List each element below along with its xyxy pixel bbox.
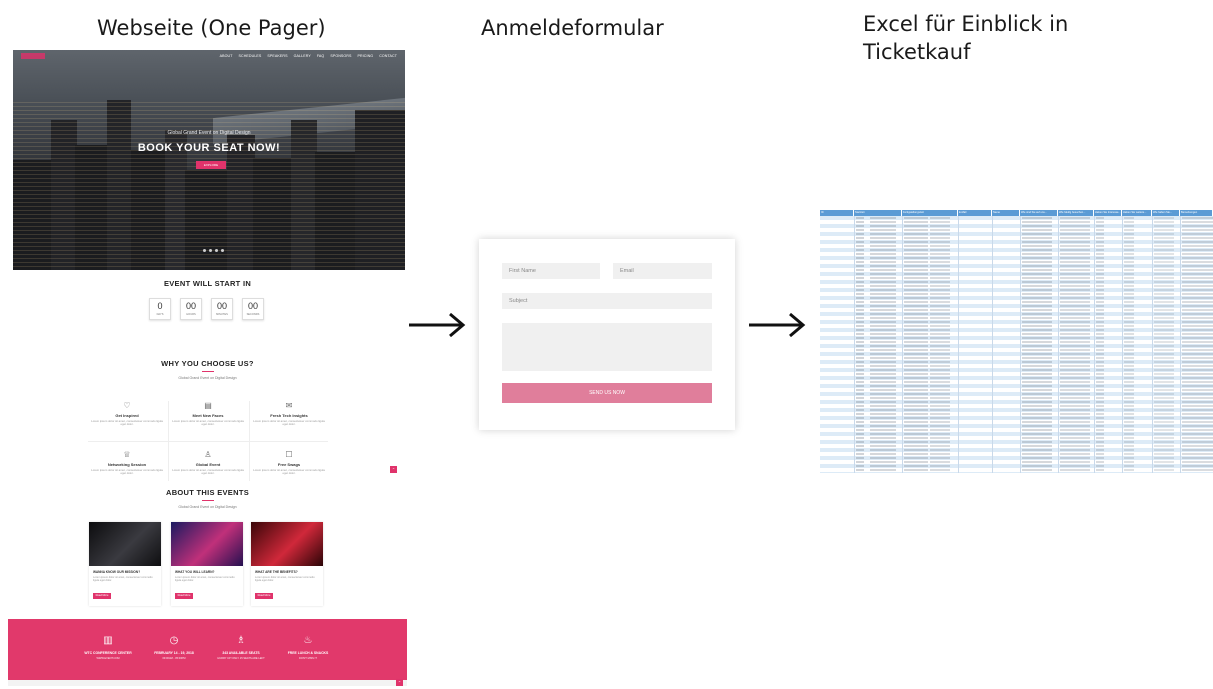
countdown-hours: 00 HOURS xyxy=(180,298,202,320)
countdown-title: EVENT WILL START IN xyxy=(163,279,252,288)
email-field[interactable]: Email xyxy=(613,263,712,279)
feature-meet-new-faces: ▤ Meet New Faces Lorem ipsum dolor sit a… xyxy=(172,401,244,427)
column-line xyxy=(1122,216,1123,473)
read-more-button[interactable]: Read More xyxy=(175,592,193,599)
why-subtitle: Global Grand Event on Digital Design xyxy=(178,376,237,380)
nav-item[interactable]: CONTACT xyxy=(379,54,397,58)
scroll-up-icon[interactable]: ⌃ xyxy=(396,679,403,686)
cell-text xyxy=(1124,216,1134,473)
column-line xyxy=(854,216,855,473)
cell-text xyxy=(1154,216,1174,473)
footer-lunch: ♨ FREE LUNCH & SNACKS DON'T MISS IT xyxy=(273,635,343,660)
nav-item[interactable]: GALLERY xyxy=(294,54,311,58)
explore-button[interactable]: EXPLORE xyxy=(196,161,226,169)
arrow-right-icon xyxy=(749,312,806,338)
column-line xyxy=(1058,216,1059,473)
nav-item[interactable]: SPEAKERS xyxy=(267,54,287,58)
clock-icon: ◷ xyxy=(169,635,179,646)
heart-icon: ♡ xyxy=(123,401,131,410)
why-title: WHY YOU CHOOSE US? xyxy=(161,359,254,368)
cell-text xyxy=(930,216,950,473)
read-more-button[interactable]: Read More xyxy=(255,592,273,599)
nav-item[interactable]: PRICING xyxy=(358,54,374,58)
chat-icon: ☐ xyxy=(285,450,293,459)
message-textarea[interactable] xyxy=(502,323,712,371)
feature-free-swags: ☐ Free Swags Lorem ipsum dolor sit amet,… xyxy=(253,450,325,476)
feature-divider xyxy=(88,441,328,442)
column-line xyxy=(902,216,903,473)
feature-fresh-tech: ✉ Fresh Tech Insights Lorem ipsum dolor … xyxy=(253,401,325,427)
countdown-days: 0 DAYS xyxy=(149,298,171,320)
excel-sheet: ID Startzeit Fertigstellungszeit E-Mail … xyxy=(820,210,1213,473)
event-card-learn: WHAT YOU WILL LEARN? Lorem ipsum dolor s… xyxy=(171,522,243,606)
website-preview: ABOUT SCHEDULES SPEAKERS GALLERY FAQ SPO… xyxy=(8,50,407,686)
excel-title-line1: Excel für Einblick in xyxy=(863,12,1069,36)
feature-divider xyxy=(249,401,250,481)
feature-get-inspired: ♡ Get Inspired Lorem ipsum dolor sit ame… xyxy=(91,401,163,427)
scroll-up-icon[interactable]: ⌃ xyxy=(390,466,397,473)
title-underline xyxy=(202,500,214,501)
cell-text xyxy=(1182,216,1213,473)
column-line xyxy=(992,216,993,473)
mail-icon: ✉ xyxy=(285,401,293,410)
user-icon: ♙ xyxy=(204,450,212,459)
cell-text xyxy=(1096,216,1104,473)
read-more-button[interactable]: Read More xyxy=(93,592,111,599)
subject-field[interactable]: Subject xyxy=(502,293,712,309)
form-title: Anmeldeformular xyxy=(481,16,664,40)
arrow-right-icon xyxy=(409,312,466,338)
column-line xyxy=(1094,216,1095,473)
people-icon: ♗ xyxy=(236,635,246,646)
nav-item[interactable]: SPONSORS xyxy=(330,54,351,58)
site-logo[interactable] xyxy=(21,53,45,59)
column-line xyxy=(958,216,959,473)
hero-title: BOOK YOUR SEAT NOW! xyxy=(137,142,281,154)
event-photo xyxy=(171,522,243,566)
cell-text xyxy=(870,216,896,473)
cell-text xyxy=(1060,216,1090,473)
info-footer: ▥ WTC CONFERENCE CENTER WWW.EVENT.COM ◷ … xyxy=(8,619,407,686)
feature-global-event: ♙ Global Event Lorem ipsum dolor sit ame… xyxy=(172,450,244,476)
footer-venue: ▥ WTC CONFERENCE CENTER WWW.EVENT.COM xyxy=(73,635,143,660)
building-icon: ▥ xyxy=(103,635,113,646)
about-subtitle: Global Grand Event on Digital Design xyxy=(178,505,237,509)
nav-item[interactable]: SCHEDULES xyxy=(239,54,262,58)
registration-form: First Name Email Subject SEND US NOW xyxy=(479,239,735,430)
excel-title-line2: Ticketkauf xyxy=(863,40,971,64)
cell-text xyxy=(1022,216,1052,473)
hero-kicker: Global Grand Event on Digital Design xyxy=(167,130,251,136)
hero-section: ABOUT SCHEDULES SPEAKERS GALLERY FAQ SPO… xyxy=(13,50,405,270)
footer-strip xyxy=(8,680,407,686)
coffee-icon: ♨ xyxy=(303,635,313,646)
footer-date: ◷ FEBRUARY 14 - 19, 2018 09:00AM - 05:00… xyxy=(139,635,209,660)
news-icon: ▤ xyxy=(204,401,212,410)
countdown-minutes: 00 MINUTES xyxy=(211,298,233,320)
countdown-seconds: 00 SECONDS xyxy=(242,298,264,320)
footer-seats: ♗ 343 AVAILABLE SEATS HURRY UP! ONLY 15 … xyxy=(206,635,276,660)
window-lights xyxy=(13,100,405,270)
event-card-benefits: WHAT ARE THE BENEFITS? Lorem ipsum dolor… xyxy=(251,522,323,606)
nav-item[interactable]: ABOUT xyxy=(220,54,233,58)
about-title: ABOUT THIS EVENTS xyxy=(165,488,250,497)
send-button[interactable]: SEND US NOW xyxy=(502,383,712,403)
event-card-mission: WANNA KNOW OUR MISSION? Lorem ipsum dolo… xyxy=(89,522,161,606)
column-line xyxy=(1180,216,1181,473)
site-nav: ABOUT SCHEDULES SPEAKERS GALLERY FAQ SPO… xyxy=(220,54,397,58)
cell-text xyxy=(904,216,928,473)
nav-item[interactable]: FAQ xyxy=(317,54,325,58)
feature-networking: ♕ Networking Session Lorem ipsum dolor s… xyxy=(91,450,163,476)
title-underline xyxy=(202,371,214,372)
event-photo xyxy=(89,522,161,566)
workflow-diagram: Webseite (One Pager) Anmeldeformular Exc… xyxy=(0,0,1213,689)
website-title: Webseite (One Pager) xyxy=(97,16,326,40)
column-line xyxy=(1020,216,1021,473)
first-name-field[interactable]: First Name xyxy=(502,263,600,279)
slider-dots[interactable] xyxy=(203,249,224,252)
cell-text xyxy=(856,216,864,473)
feature-divider xyxy=(168,401,169,481)
column-line xyxy=(1152,216,1153,473)
event-photo xyxy=(251,522,323,566)
trophy-icon: ♕ xyxy=(123,450,131,459)
